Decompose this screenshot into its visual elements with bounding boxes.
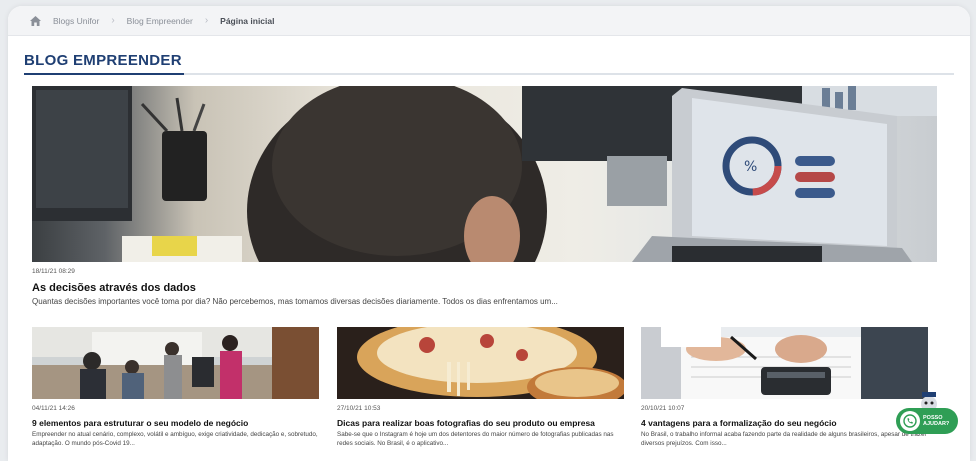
svg-text:%: % — [744, 159, 757, 175]
breadcrumb-link-blogs-unifor[interactable]: Blogs Unifor — [53, 16, 99, 26]
page-container: Blogs Unifor › Blog Empreender › Página … — [8, 6, 970, 461]
chevron-right-icon: › — [204, 15, 209, 26]
page-title: BLOG EMPREENDER — [24, 52, 182, 69]
post-title[interactable]: 9 elementos para estruturar o seu modelo… — [32, 418, 319, 428]
home-icon[interactable] — [30, 15, 41, 26]
post-card[interactable]: 20/10/21 10:07 4 vantagens para a formal… — [641, 327, 928, 448]
featured-post-date: 18/11/21 08:29 — [32, 268, 75, 275]
whatsapp-label: POSSO AJUDAR? — [923, 415, 950, 427]
post-title[interactable]: 4 vantagens para a formalização do seu n… — [641, 418, 928, 428]
chevron-right-icon: › — [111, 15, 115, 26]
post-card[interactable]: 04/11/21 14:26 9 elementos para estrutur… — [32, 327, 319, 448]
featured-post-image[interactable]: % — [32, 86, 937, 262]
post-excerpt: No Brasil, o trabalho informal acaba faz… — [641, 431, 927, 447]
post-title[interactable]: Dicas para realizar boas fotografias do … — [337, 418, 624, 428]
post-thumbnail[interactable] — [32, 327, 319, 399]
whatsapp-icon — [900, 411, 920, 431]
post-excerpt: Sabe-se que o Instagram é hoje um dos de… — [337, 431, 614, 447]
breadcrumb-current: Página inicial — [220, 15, 275, 26]
post-excerpt: Empreender no atual cenário, complexo, v… — [32, 431, 318, 447]
title-divider — [24, 73, 954, 75]
whatsapp-bubble[interactable]: POSSO AJUDAR? — [896, 408, 958, 434]
featured-post-title[interactable]: As decisões através dos dados — [32, 282, 196, 294]
post-thumbnail[interactable] — [641, 327, 928, 399]
post-thumbnail[interactable] — [337, 327, 624, 399]
featured-post-excerpt: Quantas decisões importantes você toma p… — [32, 297, 558, 306]
post-date: 27/10/21 10:53 — [337, 405, 381, 412]
breadcrumb-link-blog-empreender[interactable]: Blog Empreender — [127, 16, 193, 26]
post-date: 20/10/21 10:07 — [641, 405, 685, 412]
whatsapp-help-button[interactable]: POSSO AJUDAR? — [896, 392, 962, 440]
breadcrumb: Blogs Unifor › Blog Empreender › Página … — [8, 6, 970, 36]
post-card[interactable]: 27/10/21 10:53 Dicas para realizar boas … — [337, 327, 624, 448]
post-date: 04/11/21 14:26 — [32, 405, 75, 412]
